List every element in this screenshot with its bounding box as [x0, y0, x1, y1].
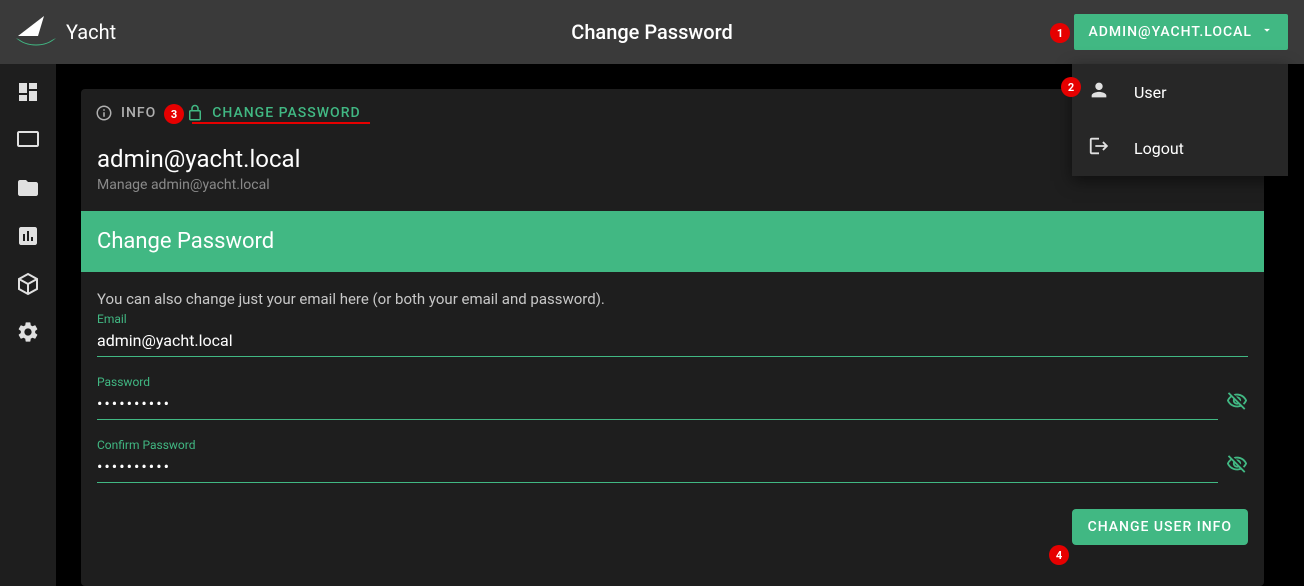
toggle-confirm-visibility[interactable]: [1218, 453, 1248, 479]
lock-icon: [186, 104, 204, 122]
annotation-line-3: [192, 122, 370, 124]
email-field-wrap: Email: [97, 312, 1248, 357]
dashboard-icon[interactable]: [16, 80, 40, 104]
user-icon: [1088, 79, 1110, 105]
confirm-label: Confirm Password: [97, 438, 1248, 452]
tab-label: INFO: [121, 105, 156, 121]
monitor-icon[interactable]: [16, 128, 40, 152]
confirm-password-field[interactable]: [97, 453, 1218, 483]
tab-info[interactable]: INFO: [95, 104, 156, 122]
eye-off-icon: [1226, 390, 1248, 412]
user-menu-chip[interactable]: ADMIN@YACHT.LOCAL: [1074, 14, 1288, 50]
app-header: Yacht Change Password ADMIN@YACHT.LOCAL: [0, 0, 1304, 64]
eye-off-icon: [1226, 453, 1248, 475]
user-menu-item-logout[interactable]: Logout: [1072, 120, 1288, 176]
tab-change-password[interactable]: CHANGE PASSWORD: [186, 104, 360, 122]
cube-icon[interactable]: [16, 272, 40, 296]
tab-label: CHANGE PASSWORD: [212, 105, 360, 121]
sidebar: [0, 64, 56, 586]
password-label: Password: [97, 375, 1248, 389]
user-chip-label: ADMIN@YACHT.LOCAL: [1088, 24, 1252, 40]
user-menu-dropdown: User Logout: [1072, 64, 1288, 176]
book-icon[interactable]: [16, 224, 40, 248]
form-actions: CHANGE USER INFO: [81, 501, 1264, 553]
change-password-section: Change Password You can also change just…: [81, 211, 1264, 553]
folder-icon[interactable]: [16, 176, 40, 200]
app-brand: Yacht: [16, 14, 116, 50]
change-user-info-button[interactable]: CHANGE USER INFO: [1072, 509, 1248, 545]
password-field-wrap: Password: [97, 375, 1248, 420]
section-title: Change Password: [81, 211, 1264, 272]
confirm-field-wrap: Confirm Password: [97, 438, 1248, 483]
email-field[interactable]: [97, 327, 1248, 357]
toggle-password-visibility[interactable]: [1218, 390, 1248, 416]
chevron-down-icon: [1260, 23, 1274, 41]
gear-icon[interactable]: [16, 320, 40, 344]
page-title: Change Password: [571, 20, 732, 44]
user-menu-item-user[interactable]: User: [1072, 64, 1288, 120]
dropdown-label: Logout: [1134, 139, 1184, 158]
email-label: Email: [97, 312, 1248, 326]
dropdown-label: User: [1134, 83, 1167, 102]
info-icon: [95, 104, 113, 122]
app-name: Yacht: [66, 20, 116, 44]
logout-icon: [1088, 135, 1110, 161]
section-description: You can also change just your email here…: [97, 290, 1248, 308]
card-subtitle: Manage admin@yacht.local: [97, 177, 1248, 193]
password-field[interactable]: [97, 390, 1218, 420]
yacht-logo-icon: [16, 14, 56, 50]
